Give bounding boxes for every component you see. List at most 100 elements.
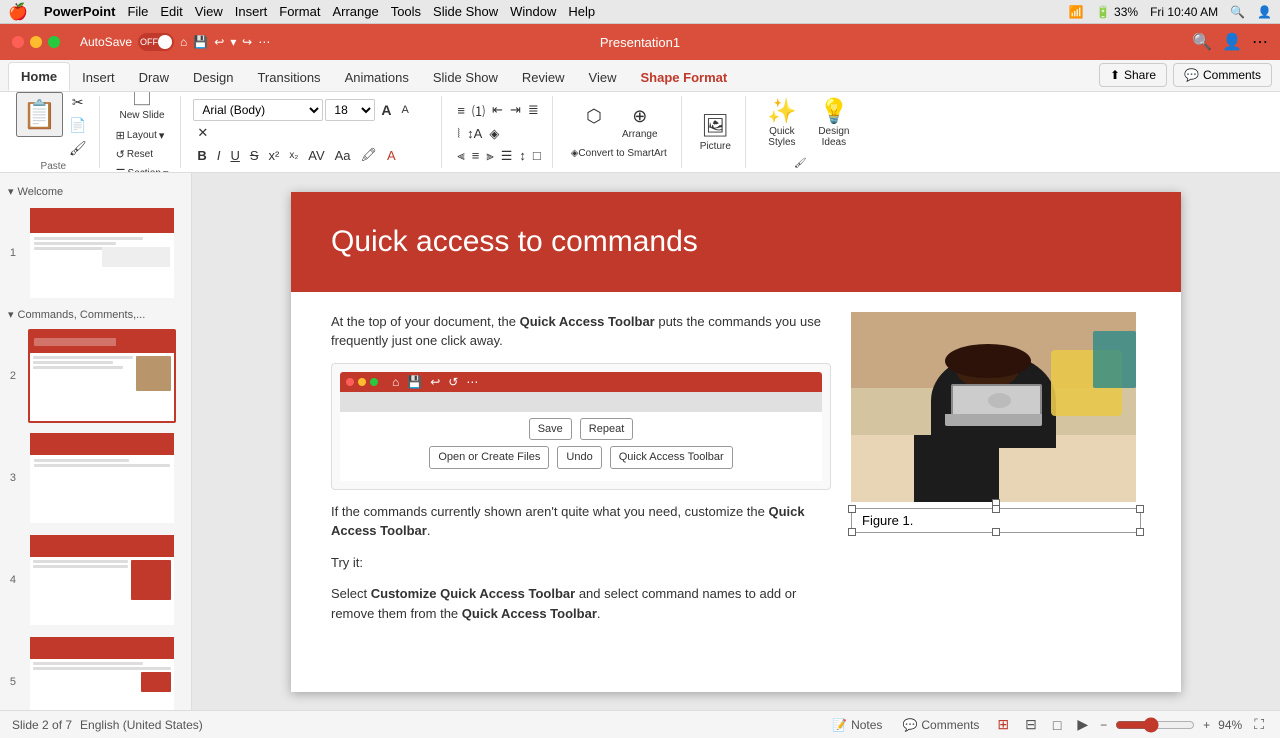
menu-insert[interactable]: Insert (235, 4, 268, 19)
tab-design[interactable]: Design (181, 64, 245, 91)
account-icon[interactable]: 👤 (1222, 32, 1242, 52)
layout-button[interactable]: ⊞ Layout ▾ (112, 127, 173, 144)
section-welcome[interactable]: ▾ Welcome (0, 181, 191, 202)
slide-thumb-1[interactable] (28, 206, 176, 300)
list-style-button[interactable]: ≣ (525, 99, 542, 122)
presenter-view-button[interactable]: ▶ (1073, 714, 1092, 735)
align-right-button[interactable]: ⫸ (483, 146, 496, 166)
slide-thumb-4[interactable] (28, 533, 176, 627)
fit-slide-button[interactable]: ⛶ (1250, 714, 1268, 735)
maximize-button[interactable] (48, 36, 60, 48)
textbox-handle-bl[interactable] (848, 528, 856, 536)
close-button[interactable] (12, 36, 24, 48)
shapes-button[interactable]: ⬡ (574, 102, 614, 144)
textbox-handle-tr[interactable] (1136, 505, 1144, 513)
overflow-icon[interactable]: ⋯ (1252, 32, 1268, 52)
font-color-button[interactable]: A (383, 146, 400, 165)
text-box-button[interactable]: □ (530, 146, 544, 166)
undo-icon[interactable]: ↩ (214, 35, 224, 49)
reset-button[interactable]: ↺ Reset (112, 146, 173, 163)
redo-icon[interactable]: ↩ (242, 35, 252, 49)
comments-button[interactable]: 💬 Comments (1173, 63, 1272, 87)
section-commands[interactable]: ▾ Commands, Comments,... (0, 304, 191, 325)
slide-thumb-2[interactable] (28, 329, 176, 423)
slide-canvas-area[interactable]: Quick access to commands At the top of y… (192, 173, 1280, 710)
columns-button[interactable]: ⦚ (454, 124, 463, 144)
tab-draw[interactable]: Draw (127, 64, 181, 91)
cut-button[interactable]: ✂ (65, 92, 91, 113)
font-size-select[interactable]: 18 (325, 99, 375, 121)
copy-button[interactable]: 📄 (65, 115, 91, 136)
quick-styles-button[interactable]: ✨ Quick Styles (758, 92, 806, 154)
notes-button[interactable]: 📝 Notes (826, 716, 888, 734)
align-left-button[interactable]: ⫷ (454, 146, 467, 166)
subscript-button[interactable]: x₂ (285, 148, 302, 163)
app-name[interactable]: PowerPoint (44, 4, 116, 19)
user-icon[interactable]: 👤 (1257, 5, 1272, 19)
tab-review[interactable]: Review (510, 64, 577, 91)
paste-button[interactable]: 📋 (16, 92, 63, 137)
font-size-increase-button[interactable]: A (377, 100, 395, 120)
undo-dropdown-icon[interactable]: ▾ (230, 35, 236, 49)
home-icon[interactable]: ⌂ (180, 35, 187, 49)
zoom-minus-icon[interactable]: − (1100, 718, 1107, 732)
italic-button[interactable]: I (213, 146, 225, 165)
character-spacing-button[interactable]: AV (304, 146, 328, 165)
normal-view-button[interactable]: ⊞ (993, 714, 1013, 735)
convert-smartart-btn[interactable]: ◈ Convert to SmartArt (565, 144, 673, 163)
format-painter-button[interactable]: 🖌 (65, 138, 91, 159)
textbox-handle-tl[interactable] (848, 505, 856, 513)
menu-edit[interactable]: Edit (160, 4, 182, 19)
menu-help[interactable]: Help (568, 4, 595, 19)
format-painting-button[interactable]: 🖌 (788, 154, 828, 173)
bullet-list-button[interactable]: ≡ (454, 99, 468, 122)
section-button[interactable]: ☰ Section ▾ (112, 165, 173, 173)
menu-file[interactable]: File (127, 4, 148, 19)
tab-shape-format[interactable]: Shape Format (629, 64, 740, 91)
numbered-list-button[interactable]: ⑴ (469, 99, 488, 122)
text-highlight-button[interactable]: 🖍 (357, 145, 382, 165)
text-case-button[interactable]: Aa (331, 146, 355, 165)
search-icon[interactable]: 🔍 (1192, 32, 1212, 52)
justify-button[interactable]: ☰ (498, 146, 516, 166)
textbox-handle-bottom[interactable] (992, 528, 1000, 536)
text-direction-button[interactable]: ↕A (464, 124, 485, 144)
share-button[interactable]: ⬆ Share (1099, 63, 1167, 87)
tab-slideshow[interactable]: Slide Show (421, 64, 510, 91)
zoom-slider[interactable] (1115, 717, 1195, 733)
reading-view-button[interactable]: □ (1049, 715, 1065, 735)
menu-tools[interactable]: Tools (391, 4, 421, 19)
menu-window[interactable]: Window (510, 4, 556, 19)
tab-view[interactable]: View (577, 64, 629, 91)
picture-button[interactable]: 🖼 Picture (694, 109, 737, 156)
tab-insert[interactable]: Insert (70, 64, 127, 91)
textbox-handle-br[interactable] (1136, 528, 1144, 536)
new-slide-button[interactable]: 🗋 New Slide (114, 92, 171, 125)
font-size-decrease-button[interactable]: A (398, 102, 413, 118)
tab-animations[interactable]: Animations (333, 64, 421, 91)
line-spacing-button[interactable]: ↕ (516, 146, 529, 166)
menu-format[interactable]: Format (279, 4, 320, 19)
increase-indent-button[interactable]: ⇥ (507, 99, 524, 122)
tab-home[interactable]: Home (8, 62, 70, 91)
align-center-button[interactable]: ≡ (469, 146, 483, 166)
search-icon[interactable]: 🔍 (1230, 5, 1245, 19)
autosave-toggle[interactable]: OFF (138, 33, 174, 51)
apple-icon[interactable]: 🍎 (8, 2, 28, 22)
bold-button[interactable]: B (193, 146, 210, 165)
textbox-handle-top[interactable] (992, 505, 1000, 513)
underline-button[interactable]: U (226, 146, 243, 165)
figure-caption-textbox[interactable]: Figure 1. (851, 508, 1141, 533)
menu-slideshow[interactable]: Slide Show (433, 4, 498, 19)
convert-smartart-button[interactable]: ◈ (486, 124, 502, 144)
strikethrough-button[interactable]: S (246, 146, 263, 165)
clear-format-button[interactable]: ✕ (193, 123, 212, 143)
more-icon[interactable]: ⋯ (258, 35, 270, 49)
arrange-button[interactable]: ⊕ Arrange (616, 102, 664, 144)
slide-thumb-3[interactable] (28, 431, 176, 525)
zoom-plus-icon[interactable]: + (1203, 718, 1210, 732)
person-image[interactable] (851, 312, 1136, 502)
minimize-button[interactable] (30, 36, 42, 48)
slide-thumb-5[interactable] (28, 635, 176, 710)
tab-transitions[interactable]: Transitions (245, 64, 332, 91)
